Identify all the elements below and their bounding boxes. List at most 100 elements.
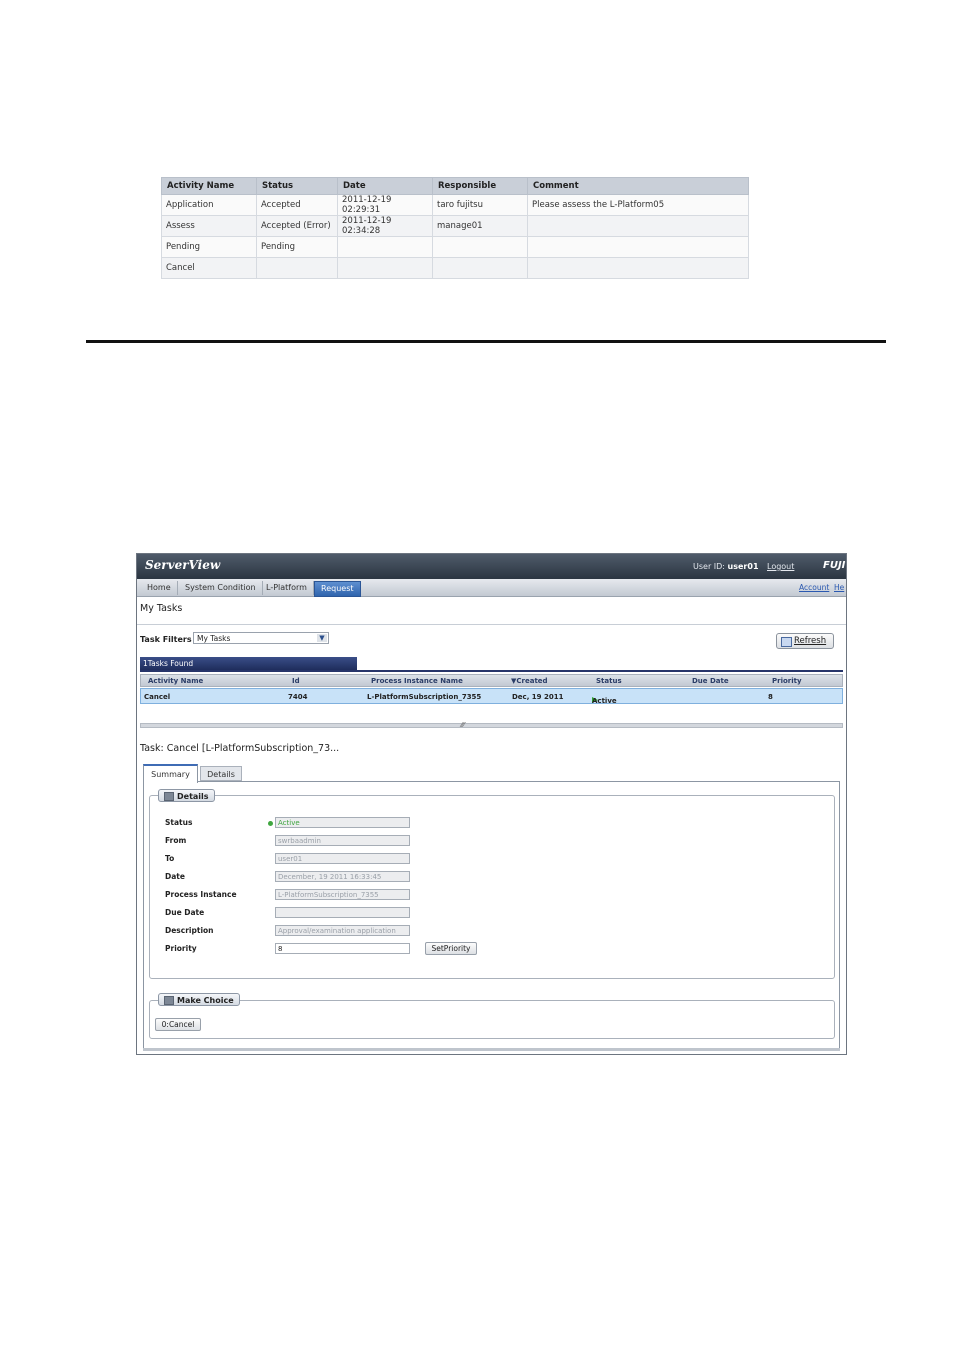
status-dot-icon	[268, 821, 273, 826]
table-row[interactable]: Cancel 7404 L-PlatformSubscription_7355 …	[140, 688, 843, 705]
refresh-label: Refresh	[794, 636, 827, 646]
help-link[interactable]: He	[834, 583, 844, 592]
column-header-created[interactable]: ▼Created	[511, 677, 548, 685]
cell-created: Dec, 19 2011	[512, 693, 564, 701]
column-header: Activity Name	[161, 177, 257, 195]
process-instance-label: Process Instance	[165, 890, 237, 899]
collapse-icon[interactable]	[164, 996, 174, 1005]
description-field: Approval/examination application	[275, 925, 410, 936]
column-header: Date	[337, 177, 433, 195]
table-row: Assess Accepted (Error) 2011-12-19 02:34…	[161, 215, 749, 237]
task-title: Task: Cancel [L-PlatformSubscription_73.…	[140, 743, 340, 754]
cell	[432, 257, 528, 279]
priority-input[interactable]: 8	[275, 943, 410, 954]
activity-history-table: Activity Name Status Date Responsible Co…	[161, 177, 749, 279]
column-header-activity[interactable]: Activity Name	[148, 677, 203, 685]
task-filters-label: Task Filters	[140, 635, 192, 644]
refresh-icon	[781, 637, 792, 647]
cell: 2011-12-19 02:34:28	[337, 215, 433, 237]
cell: Cancel	[161, 257, 257, 279]
serverview-window: ServerView User ID: user01 Logout FUJITS…	[136, 553, 847, 1055]
cell: Please assess the L-Platform05	[527, 194, 749, 216]
tab-system-condition[interactable]: System Condition	[179, 581, 263, 595]
fujitsu-logo: FUJITSU	[823, 560, 846, 571]
cell: Accepted (Error)	[256, 215, 338, 237]
description-label: Description	[165, 926, 214, 935]
to-label: To	[165, 854, 175, 863]
account-link[interactable]: Account	[799, 583, 829, 592]
refresh-button[interactable]: Refresh	[776, 633, 834, 649]
column-header: Status	[256, 177, 338, 195]
from-label: From	[165, 836, 187, 845]
collapse-icon[interactable]	[164, 792, 174, 801]
from-field: swrbaadmin	[275, 835, 410, 846]
cell-process: L-PlatformSubscription_7355	[367, 693, 482, 701]
main-nav: Home System Condition L-Platform Request	[137, 579, 846, 597]
make-choice-fieldset	[149, 1000, 835, 1039]
process-instance-field: L-PlatformSubscription_7355	[275, 889, 410, 900]
table-header-row: Activity Name Status Date Responsible Co…	[161, 177, 749, 195]
column-header-priority[interactable]: Priority	[772, 677, 802, 685]
status-field: Active	[275, 817, 410, 828]
details-fieldset	[149, 795, 835, 979]
date-label: Date	[165, 872, 185, 881]
panel-splitter[interactable]: ⁄⁄⁄	[140, 721, 843, 729]
column-header-id[interactable]: Id	[292, 677, 300, 685]
column-header-status[interactable]: Status	[596, 677, 622, 685]
cell: taro fujitsu	[432, 194, 528, 216]
user-id-value: user01	[727, 562, 759, 571]
tasks-found-bar: 1Tasks Found	[140, 657, 357, 670]
cell: Assess	[161, 215, 257, 237]
set-priority-button[interactable]: SetPriority	[425, 942, 477, 955]
table-row: Application Accepted 2011-12-19 02:29:31…	[161, 194, 749, 216]
task-filter-value: My Tasks	[197, 634, 231, 643]
tab-home[interactable]: Home	[141, 581, 178, 595]
status-label: Status	[165, 818, 193, 827]
priority-label: Priority	[165, 944, 197, 953]
chevron-down-icon[interactable]: ▼	[317, 634, 327, 642]
make-choice-legend-label: Make Choice	[177, 996, 234, 1005]
task-grid-header: Activity Name Id Process Instance Name ▼…	[140, 674, 843, 687]
make-choice-legend[interactable]: Make Choice	[158, 993, 240, 1006]
cell: Application	[161, 194, 257, 216]
table-row: Pending Pending	[161, 236, 749, 258]
status-text: Active	[592, 697, 617, 705]
tab-request[interactable]: Request	[314, 581, 361, 597]
cell-priority: 8	[768, 693, 773, 701]
user-id-label: User ID:	[693, 562, 725, 571]
details-legend-label: Details	[177, 792, 209, 801]
column-header: Responsible	[432, 177, 528, 195]
tasks-found-underline	[140, 670, 843, 672]
date-field: December, 19 2011 16:33:45	[275, 871, 410, 882]
cell: manage01	[432, 215, 528, 237]
logout-link[interactable]: Logout	[767, 562, 794, 571]
header-bar: ServerView User ID: user01 Logout FUJITS…	[137, 554, 846, 579]
tab-summary[interactable]: Summary	[143, 764, 198, 783]
column-header-due-date[interactable]: Due Date	[692, 677, 729, 685]
task-filter-select[interactable]: My Tasks ▼	[193, 632, 329, 644]
cell	[256, 257, 338, 279]
cell: Pending	[256, 236, 338, 258]
cell	[527, 215, 749, 237]
due-date-field	[275, 907, 410, 918]
details-legend[interactable]: Details	[158, 789, 215, 802]
due-date-label: Due Date	[165, 908, 205, 917]
cell: 2011-12-19 02:29:31	[337, 194, 433, 216]
cell	[432, 236, 528, 258]
table-row: Cancel	[161, 257, 749, 279]
cell-id: 7404	[288, 693, 308, 701]
cancel-choice-button[interactable]: 0:Cancel	[155, 1018, 201, 1031]
grip-icon: ⁄⁄⁄	[461, 721, 465, 729]
column-header: Comment	[527, 177, 749, 195]
user-info: User ID: user01	[693, 562, 759, 571]
serverview-logo: ServerView	[145, 558, 221, 572]
cell-activity: Cancel	[144, 693, 171, 701]
column-header-process[interactable]: Process Instance Name	[371, 677, 463, 685]
page-title: My Tasks	[140, 603, 183, 614]
title-divider	[137, 624, 846, 625]
tab-l-platform[interactable]: L-Platform	[260, 581, 314, 595]
cell	[337, 257, 433, 279]
tab-details[interactable]: Details	[200, 766, 242, 781]
cell: Accepted	[256, 194, 338, 216]
to-field: user01	[275, 853, 410, 864]
